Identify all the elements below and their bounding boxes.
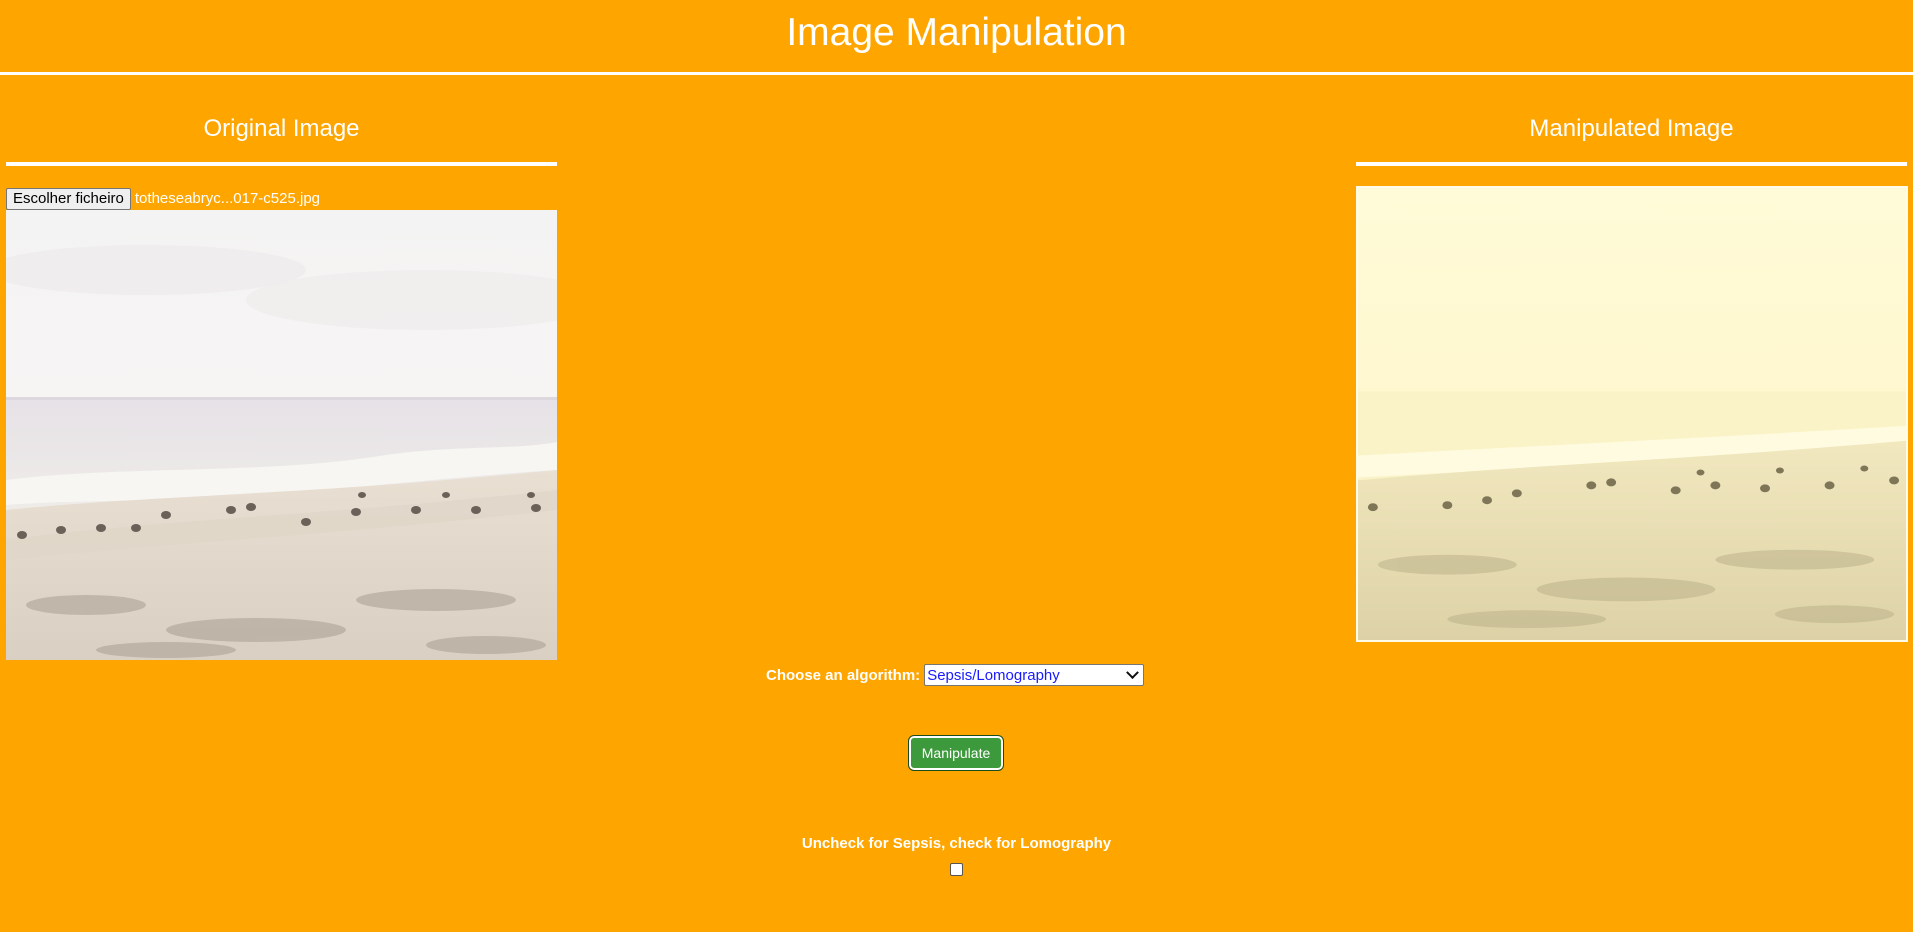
manipulated-heading-divider [1356, 162, 1907, 166]
algorithm-toggle-label: Uncheck for Sepsis, check for Lomography [801, 835, 1112, 852]
manipulate-button[interactable]: Manipulate [908, 735, 1004, 771]
algorithm-label: Choose an algorithm: [766, 666, 921, 684]
beach-photo-original [6, 210, 557, 660]
selected-file-name: totheseabryc...017-c525.jpg [134, 190, 321, 207]
original-heading-divider [6, 162, 557, 166]
file-picker: Escolher ficheiro totheseabryc...017-c52… [6, 187, 320, 210]
app-root: Image Manipulation Original Image Escolh… [0, 0, 1913, 932]
algorithm-row: Choose an algorithm: Sepsis/Lomography [766, 664, 1145, 686]
manipulated-image-heading: Manipulated Image [1529, 115, 1734, 142]
algorithm-select[interactable]: Sepsis/Lomography [924, 664, 1145, 686]
lomography-checkbox[interactable] [950, 863, 963, 876]
title-divider [0, 72, 1913, 75]
original-image-heading: Original Image [203, 115, 360, 142]
manipulated-image [1356, 186, 1908, 642]
choose-file-button[interactable]: Escolher ficheiro [6, 187, 131, 210]
page-title: Image Manipulation [786, 11, 1127, 54]
original-image [6, 210, 557, 660]
algorithm-selected-value: Sepsis/Lomography [927, 666, 1060, 684]
chevron-down-icon [1126, 665, 1140, 679]
beach-photo-manipulated [1358, 188, 1906, 640]
